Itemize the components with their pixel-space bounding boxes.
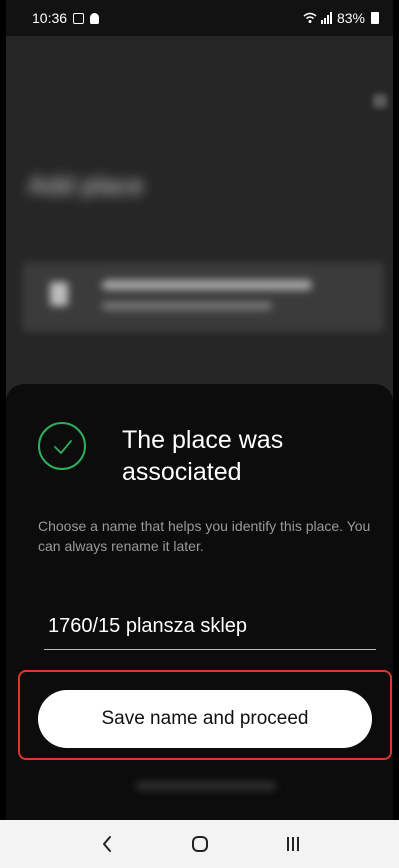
back-icon xyxy=(102,836,111,852)
qr-card-title xyxy=(102,280,312,290)
status-time: 10:36 xyxy=(32,10,68,26)
place-name-input[interactable] xyxy=(44,610,376,650)
status-bar: 10:36 83% xyxy=(6,0,393,36)
battery-percent: 83% xyxy=(336,10,365,26)
home-button[interactable] xyxy=(180,824,220,864)
gallery-notification-icon xyxy=(73,12,85,24)
qr-card-subtitle xyxy=(102,302,272,310)
qr-icon xyxy=(50,282,68,306)
back-button[interactable] xyxy=(87,824,127,864)
save-name-button[interactable]: Save name and proceed xyxy=(38,690,372,748)
qr-scan-card xyxy=(22,262,384,332)
background-blur-row xyxy=(136,782,276,790)
sheet-title: The place was associated xyxy=(122,426,284,486)
bottom-sheet: The place was associated Choose a name t… xyxy=(6,384,393,820)
home-icon xyxy=(191,836,208,852)
app-notification-icon xyxy=(90,12,100,24)
signal-icon xyxy=(320,12,332,24)
background-title: Add place xyxy=(28,170,144,200)
status-left: 10:36 xyxy=(32,10,303,26)
status-right: 83% xyxy=(303,10,379,26)
wifi-icon xyxy=(303,12,317,23)
battery-icon xyxy=(371,12,379,24)
sheet-description: Choose a name that helps you identify th… xyxy=(38,518,371,554)
navigation-bar xyxy=(0,820,399,868)
screen: 10:36 83% Add place The place was associ… xyxy=(0,0,399,868)
recents-icon xyxy=(286,837,299,851)
close-icon xyxy=(373,94,387,108)
success-check-icon xyxy=(38,422,86,470)
recents-button[interactable] xyxy=(273,824,313,864)
